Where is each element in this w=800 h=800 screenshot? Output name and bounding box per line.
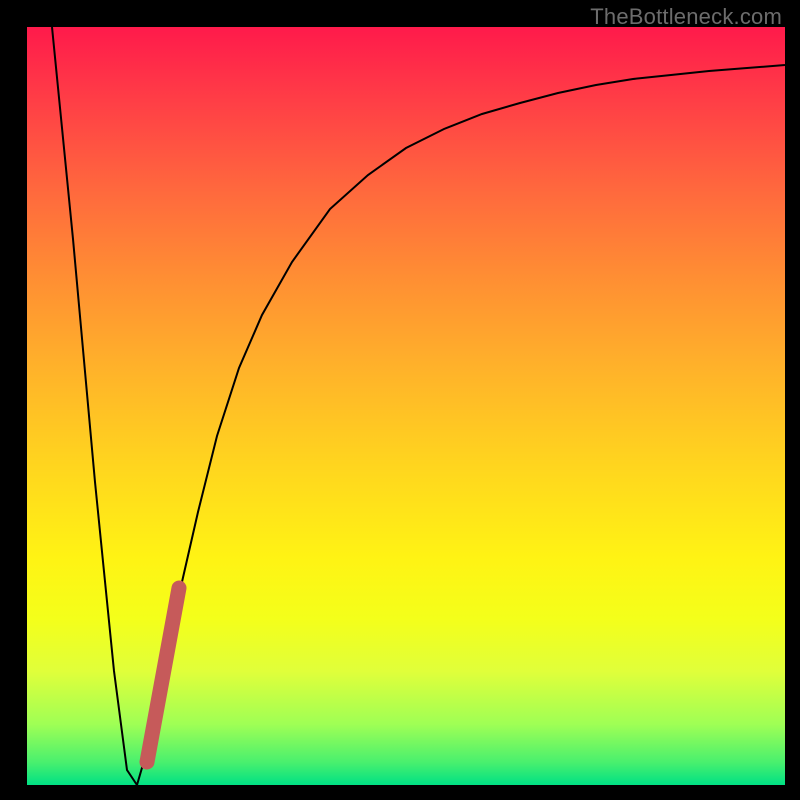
plot-area <box>27 27 785 785</box>
chart-frame: TheBottleneck.com <box>0 0 800 800</box>
highlight-marker <box>147 588 179 762</box>
chart-svg <box>27 27 785 785</box>
